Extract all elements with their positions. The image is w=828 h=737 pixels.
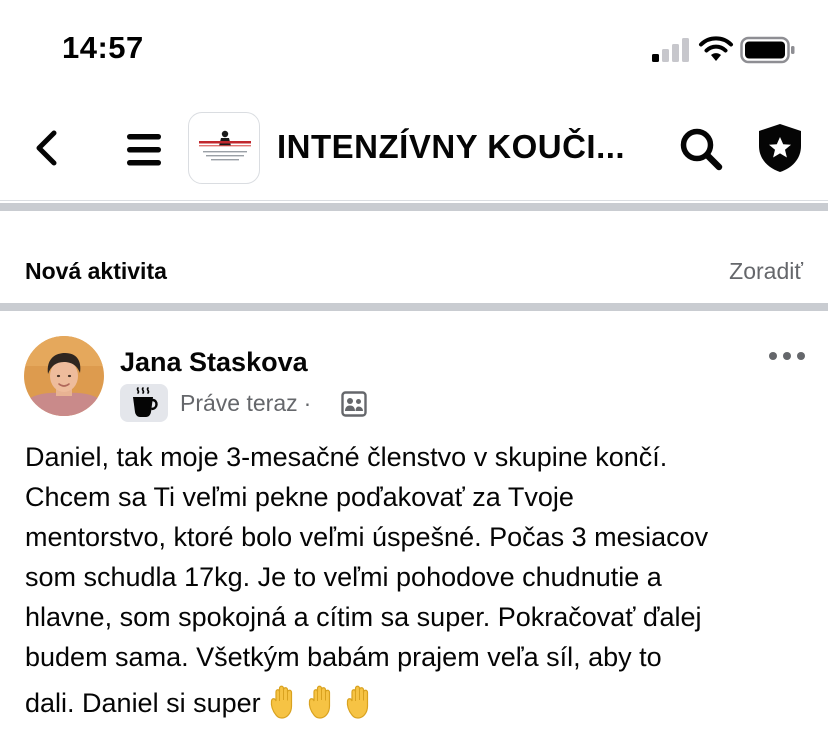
battery-icon (740, 36, 795, 64)
post-text-line: Chcem sa Ti veľmi pekne poďakovať za Tvo… (25, 482, 574, 512)
post-meta: Práve teraz · (180, 390, 317, 417)
status-bar: 14:57 (0, 0, 828, 100)
post-timestamp[interactable]: Práve teraz (180, 390, 298, 416)
post-text-line: budem sama. Všetkým babám prajem veľa sí… (25, 642, 662, 672)
header-divider (0, 200, 828, 201)
author-avatar[interactable] (24, 336, 104, 416)
more-horizontal-icon (769, 352, 805, 360)
search-button[interactable] (678, 126, 724, 172)
group-header: INTENZÍVNY KOUČI... (0, 100, 828, 200)
raised-hand-emoji-icon (346, 685, 368, 719)
wifi-icon (699, 36, 733, 61)
post-text-line: dali. Daniel si super (25, 688, 261, 718)
post-author-name[interactable]: Jana Staskova (120, 347, 308, 378)
post-divider (0, 303, 828, 311)
feed-section-label: Nová aktivita (25, 258, 167, 284)
meta-separator: · (303, 390, 312, 416)
coffee-cup-icon (133, 387, 158, 417)
group-logo (199, 130, 251, 161)
sort-button[interactable]: Zoradiť (729, 258, 803, 285)
post-text-line: som schudla 17kg. Je to veľmi pohodove c… (25, 562, 662, 592)
group-avatar[interactable] (188, 112, 260, 184)
section-divider (0, 203, 828, 211)
group-members-icon (341, 391, 367, 417)
author-photo (24, 336, 104, 416)
hamburger-menu-icon (127, 134, 161, 166)
post-text-line: Daniel, tak moje 3-mesačné členstvo v sk… (25, 442, 668, 472)
menu-button[interactable] (124, 130, 164, 170)
post-body: Daniel, tak moje 3-mesačné členstvo v sk… (25, 437, 815, 731)
post-options-button[interactable] (768, 346, 806, 366)
member-badge[interactable] (120, 384, 168, 422)
shield-star-icon (759, 124, 801, 172)
chevron-left-icon (36, 130, 57, 166)
group-title[interactable]: INTENZÍVNY KOUČI... (277, 128, 657, 166)
post-text-line: hlavne, som spokojná a cítim sa super. P… (25, 602, 702, 632)
cellular-signal-icon (652, 38, 689, 62)
status-time: 14:57 (62, 30, 144, 65)
raised-hand-emoji-icon (270, 685, 292, 719)
post-text-line: mentorstvo, ktoré bolo veľmi úspešné. Po… (25, 522, 709, 552)
emoji-group (267, 684, 381, 731)
admin-tools-button[interactable] (756, 122, 804, 174)
raised-hand-emoji-icon (308, 685, 330, 719)
search-icon (680, 128, 723, 171)
back-button[interactable] (28, 126, 68, 170)
